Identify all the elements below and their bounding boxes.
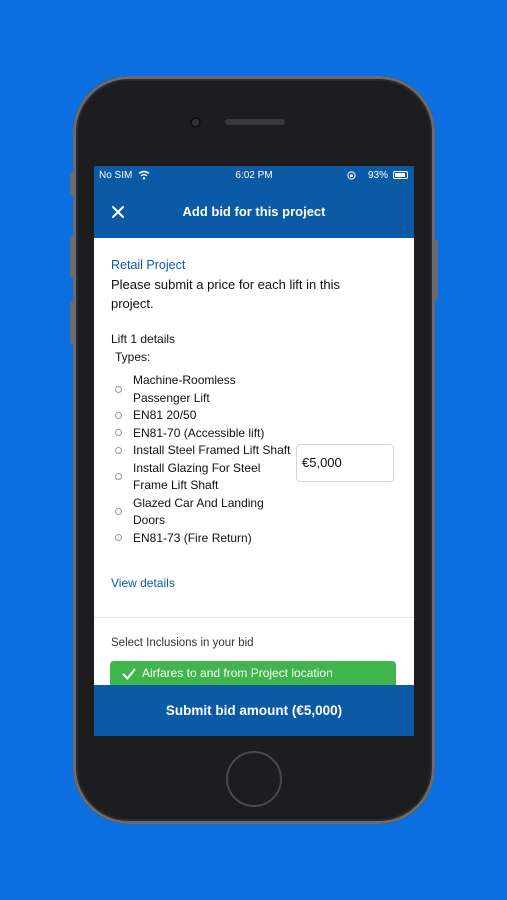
bid-instruction: Please submit a price for each lift in t… bbox=[111, 277, 341, 311]
submit-bid-button[interactable]: Submit bid amount (€5,000) bbox=[94, 685, 414, 736]
phone-power-button bbox=[434, 240, 438, 300]
status-time: 6:02 PM bbox=[235, 170, 273, 181]
phone-volume-down bbox=[70, 302, 74, 344]
bid-card: Retail Project Please submit a price for… bbox=[94, 238, 414, 618]
types-label: Types: bbox=[115, 350, 151, 364]
page-title: Add bid for this project bbox=[182, 204, 326, 219]
lift-type-item[interactable]: EN81-70 (Accessible lift) bbox=[111, 425, 291, 443]
lift-type-label: Install Steel Framed Lift Shaft bbox=[133, 443, 291, 457]
radio-icon bbox=[115, 473, 122, 480]
view-details-link[interactable]: View details bbox=[111, 576, 175, 590]
lift-type-label: EN81 20/50 bbox=[133, 408, 197, 422]
lift-type-item[interactable]: EN81-73 (Fire Return) bbox=[111, 530, 291, 548]
lift-details-title: Lift 1 details bbox=[111, 332, 176, 346]
radio-icon bbox=[115, 446, 122, 454]
lift-type-item[interactable]: EN81 20/50 bbox=[111, 407, 291, 425]
app-header: Add bid for this project bbox=[94, 186, 414, 238]
lift-type-label: Glazed Car And Landing Doors bbox=[133, 495, 264, 528]
section-divider bbox=[94, 617, 414, 618]
radio-icon bbox=[115, 429, 122, 437]
app-screen: No SIM 6:02 PM 93% Add bid for this proj… bbox=[94, 166, 414, 736]
speaker-grille bbox=[225, 119, 285, 125]
phone-volume-up bbox=[70, 236, 74, 278]
radio-icon bbox=[115, 534, 122, 542]
battery-icon bbox=[393, 171, 408, 179]
radio-icon bbox=[115, 508, 122, 515]
lift-type-item[interactable]: Install Steel Framed Lift Shaft bbox=[111, 442, 291, 460]
lift-type-label: EN81-73 (Fire Return) bbox=[133, 530, 252, 545]
project-name: Retail Project bbox=[111, 258, 186, 272]
lift-type-item[interactable]: Machine-Roomless Passenger Lift bbox=[111, 372, 291, 407]
lift-type-label: Install Glazing For Steel Frame Lift Sha… bbox=[133, 460, 261, 493]
radio-icon bbox=[115, 385, 122, 393]
lift-type-label: EN81-70 (Accessible lift) bbox=[133, 425, 265, 440]
battery-percentage: 93% bbox=[367, 170, 388, 181]
status-bar: No SIM 6:02 PM 93% bbox=[94, 166, 414, 186]
lift-price-input[interactable]: €5,000 bbox=[296, 444, 394, 482]
lift-types-list: Machine-Roomless Passenger Lift EN81 20/… bbox=[111, 372, 291, 547]
lift-type-item[interactable]: Glazed Car And Landing Doors bbox=[111, 495, 291, 530]
lift-type-label: Machine-Roomless Passenger Lift bbox=[133, 373, 236, 405]
inclusion-option-label: Airfares to and from Project location bbox=[142, 666, 333, 680]
phone-silent-switch bbox=[70, 173, 74, 195]
orientation-lock-icon bbox=[347, 171, 356, 180]
camera-icon bbox=[190, 117, 201, 128]
radio-icon bbox=[115, 411, 122, 419]
inclusions-label: Select Inclusions in your bid bbox=[111, 637, 254, 649]
home-button[interactable] bbox=[226, 751, 282, 807]
lift-type-item[interactable]: Install Glazing For Steel Frame Lift Sha… bbox=[111, 460, 291, 495]
check-icon bbox=[122, 668, 136, 681]
